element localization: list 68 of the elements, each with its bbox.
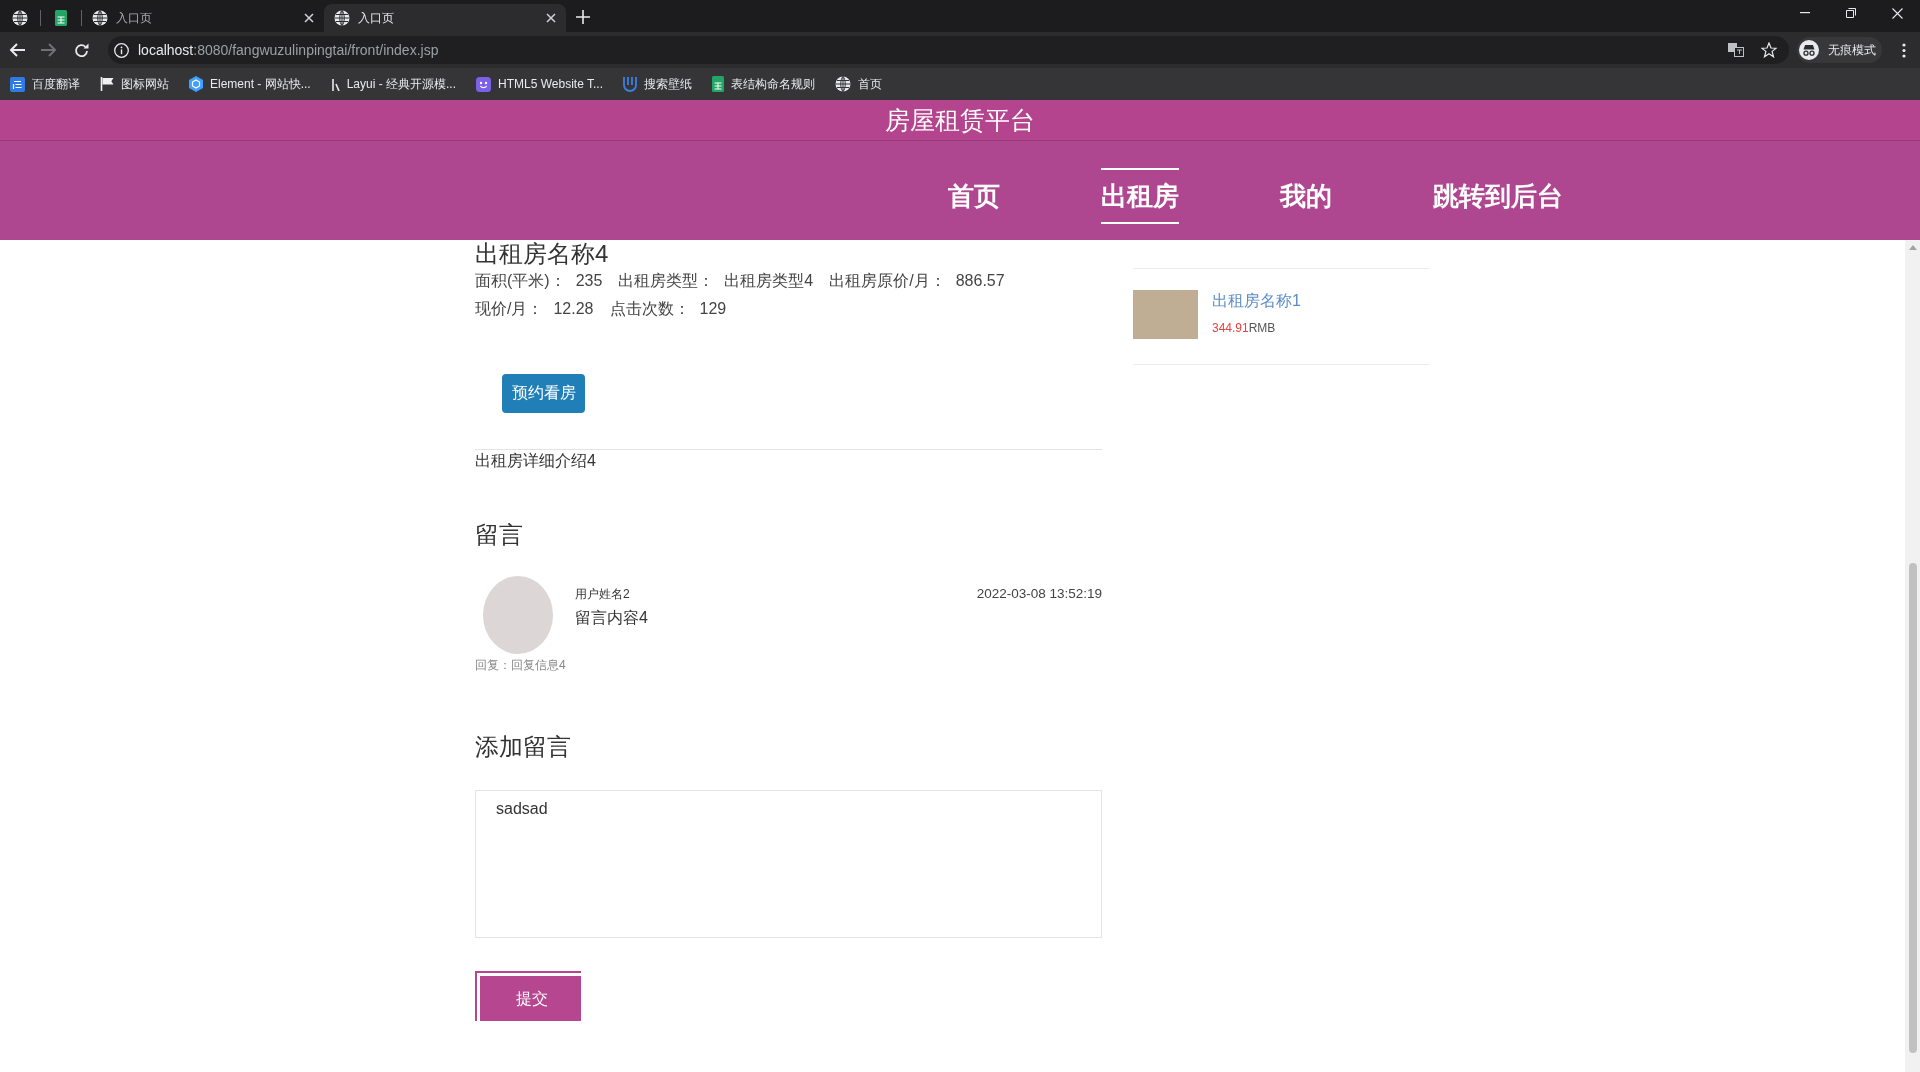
- bookmark[interactable]: Layui - 经典开源模...: [324, 72, 463, 96]
- bookmark[interactable]: HTML5 Website T...: [470, 72, 609, 96]
- back-icon[interactable]: [9, 43, 25, 57]
- browser-tab[interactable]: 入口页: [324, 4, 566, 32]
- globe-icon: [835, 76, 851, 92]
- comment-time: 2022-03-08 13:52:19: [976, 585, 1102, 603]
- info-value: 235: [575, 271, 603, 291]
- nav-link[interactable]: 我的: [1280, 168, 1332, 224]
- close-icon[interactable]: [546, 13, 556, 23]
- section-heading: 留言: [475, 520, 523, 550]
- sheet-icon: [712, 76, 724, 92]
- book-viewing-button[interactable]: 预约看房: [502, 374, 585, 413]
- reply-text: 回复：回复信息4: [475, 657, 567, 673]
- price-text: 344.91RMB: [1212, 320, 1276, 337]
- info-value: 12.28: [553, 299, 594, 319]
- bookmark[interactable]: Element - 网站快...: [183, 72, 317, 96]
- info-label: 出租房类型：: [618, 271, 715, 291]
- nav-link[interactable]: 跳转到后台: [1433, 168, 1563, 224]
- hexagon-icon: [189, 76, 203, 92]
- info-value: 129: [699, 299, 727, 319]
- plus-icon[interactable]: [576, 10, 590, 24]
- submit-button[interactable]: 提交: [475, 971, 581, 1021]
- bookmark[interactable]: 表结构命名规则: [706, 72, 821, 96]
- comment-author: 用户姓名2: [575, 586, 630, 603]
- address-bar[interactable]: localhost:8080/fangwuzulinpingtai/front/index.jsp: [108, 36, 1789, 64]
- info-value: 出租房类型4: [724, 271, 814, 291]
- listing-description: 出租房详细介绍4: [475, 451, 596, 471]
- flag-icon: [100, 77, 114, 91]
- menu-icon[interactable]: [1902, 42, 1906, 58]
- nav-link[interactable]: 出租房: [1101, 168, 1179, 224]
- restore-icon[interactable]: [1846, 8, 1856, 18]
- info-value: 886.57: [955, 271, 1005, 291]
- globe-icon: [334, 10, 350, 26]
- reload-icon[interactable]: [73, 42, 89, 58]
- close-icon[interactable]: [304, 13, 314, 23]
- sheet-icon: [55, 10, 67, 26]
- bookmark[interactable]: 首页: [829, 72, 888, 96]
- bookmark[interactable]: 百度翻译: [4, 72, 86, 96]
- message-field[interactable]: sadsad: [475, 790, 1102, 938]
- info-icon[interactable]: [114, 42, 129, 58]
- incognito-icon: [1799, 40, 1819, 60]
- scrollbar-thumb[interactable]: [1908, 563, 1917, 1053]
- browser-tab[interactable]: 入口页: [82, 4, 324, 32]
- star-icon[interactable]: [1761, 42, 1777, 58]
- info-label: 出租房原价/月：: [829, 271, 946, 291]
- globe-icon: [12, 10, 28, 26]
- globe-icon: [92, 10, 108, 26]
- close-icon[interactable]: [1891, 7, 1903, 19]
- profile-button[interactable]: 无痕模式: [1797, 37, 1882, 63]
- lines-icon: [330, 77, 340, 91]
- bookmark[interactable]: 图标网站: [94, 72, 175, 96]
- translate-icon[interactable]: [1728, 42, 1744, 58]
- listing-link[interactable]: 出租房名称1: [1212, 290, 1301, 312]
- comment-text: 留言内容4: [575, 608, 649, 628]
- info-label: 面积(平米)：: [475, 271, 566, 291]
- minimize-icon[interactable]: [1800, 12, 1810, 14]
- tile-icon: [10, 76, 25, 92]
- scrollbar-track[interactable]: [1905, 240, 1920, 1072]
- section-heading: 添加留言: [475, 732, 571, 762]
- smiley-icon: [476, 76, 492, 92]
- photo-placeholder: [1133, 290, 1198, 339]
- bookmark[interactable]: 搜索壁纸: [617, 72, 698, 96]
- info-label: 现价/月：: [475, 299, 544, 319]
- site-title: 房屋租赁平台: [885, 105, 1035, 136]
- u-shape-icon: [623, 76, 637, 92]
- nav-link[interactable]: 首页: [948, 168, 1000, 224]
- listing-title: 出租房名称4: [475, 241, 609, 267]
- info-label: 点击次数：: [609, 299, 690, 319]
